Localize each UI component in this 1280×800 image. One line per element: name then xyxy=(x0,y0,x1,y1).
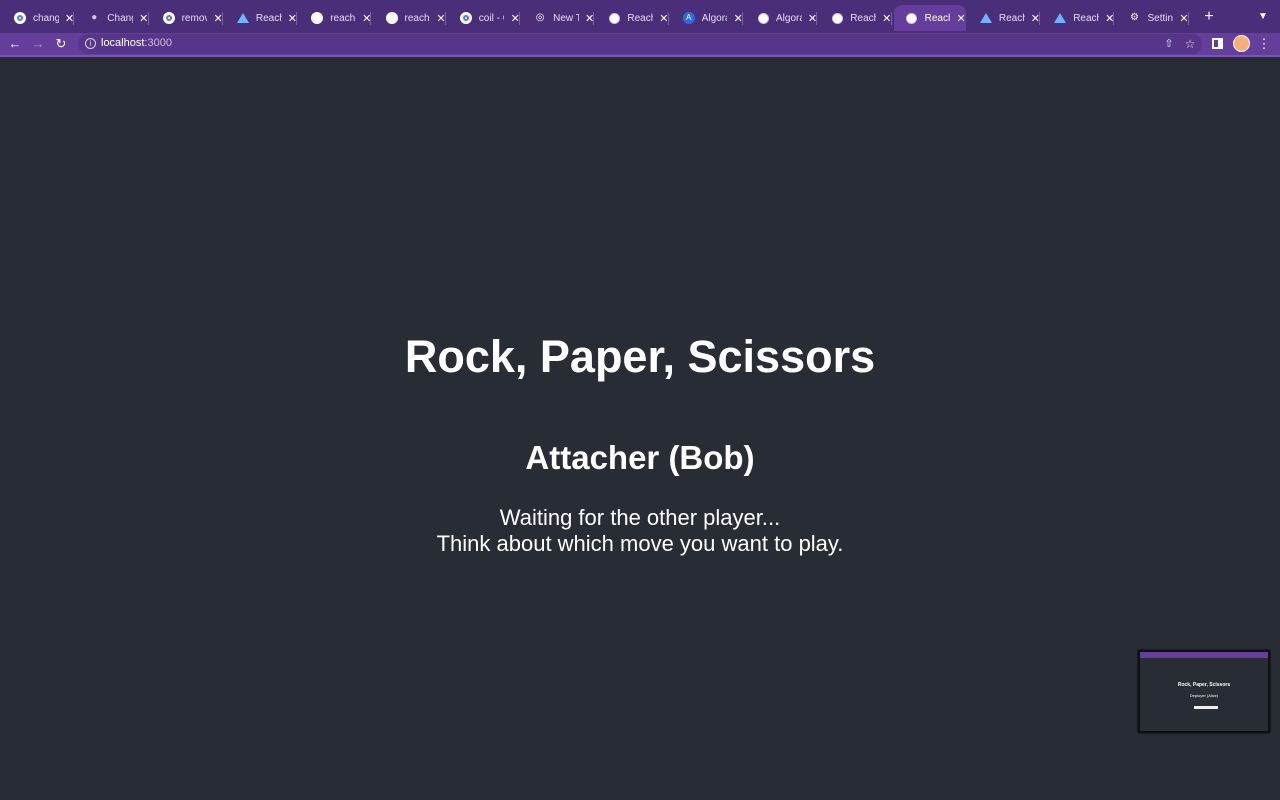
browser-tab[interactable]: Reach✕ xyxy=(596,5,669,31)
globe-icon xyxy=(757,12,769,24)
browser-tab[interactable]: remove✕ xyxy=(151,5,223,31)
tab-label: coil - C xyxy=(478,12,505,24)
browser-tab[interactable]: coil - C✕ xyxy=(448,5,521,31)
globe-icon xyxy=(906,12,918,24)
reach-icon xyxy=(1054,12,1067,24)
back-button[interactable]: ← xyxy=(5,34,25,54)
tab-label: remove xyxy=(181,12,208,24)
browser-tab[interactable]: change✕ xyxy=(2,5,75,31)
player-role-heading: Attacher (Bob) xyxy=(525,439,755,476)
chrome-icon: ◎ xyxy=(535,12,545,23)
tab-label: Change xyxy=(107,12,133,24)
tab-separator xyxy=(1187,12,1189,25)
tab-label: change xyxy=(33,12,59,24)
tab-label: Reach xyxy=(998,12,1025,24)
browser-tab[interactable]: reach- ✕ xyxy=(374,5,446,31)
reach-icon xyxy=(979,12,992,24)
profile-avatar[interactable] xyxy=(1233,35,1250,52)
tab-label: Setting xyxy=(1147,12,1174,24)
browser-tab[interactable]: ●Change✕ xyxy=(76,5,149,31)
page-content: Rock, Paper, Scissors Attacher (Bob) Wai… xyxy=(0,57,1280,800)
tab-label: Reach xyxy=(627,12,653,24)
site-info-icon[interactable]: i xyxy=(85,38,96,49)
browser-tab[interactable]: ◎New Ta✕ xyxy=(522,5,595,31)
tab-separator xyxy=(667,12,669,25)
tab-label: Reach xyxy=(1073,12,1099,24)
thumbnail-button xyxy=(1194,706,1218,709)
thumbnail-toolbar xyxy=(1140,652,1268,658)
browser-toolbar: ← → ↻ i localhost:3000 ⇧ ☆ ⋮ xyxy=(0,33,1280,57)
side-panel-icon[interactable] xyxy=(1212,38,1223,49)
address-url[interactable]: localhost:3000 xyxy=(101,37,172,49)
browser-tab[interactable]: Reach✕ xyxy=(1042,5,1115,31)
tab-separator xyxy=(444,12,446,25)
tab-separator xyxy=(1039,12,1041,25)
tab-separator xyxy=(221,12,223,25)
tab-label: Reach xyxy=(924,12,951,24)
waiting-message: Waiting for the other player... xyxy=(499,505,781,530)
tab-separator xyxy=(593,12,595,25)
tab-search-chevron-icon[interactable]: ▼ xyxy=(1254,8,1272,26)
forward-button[interactable]: → xyxy=(28,34,48,54)
browser-tab[interactable]: Reach✕ xyxy=(819,5,892,31)
tab-label: Algorar xyxy=(701,12,728,24)
thumbnail-title: Rock, Paper, Scissors xyxy=(1177,682,1231,688)
new-tab-button[interactable]: + xyxy=(1199,7,1219,27)
google-icon xyxy=(459,12,472,24)
reach-icon xyxy=(236,12,249,24)
tab-separator xyxy=(816,12,818,25)
browser-tab[interactable]: Reach✕ xyxy=(225,5,298,31)
apple-icon: ● xyxy=(91,12,98,23)
tab-separator xyxy=(147,12,149,25)
tab-close-icon[interactable]: ✕ xyxy=(956,12,966,25)
browser-tab[interactable]: reach- ✕ xyxy=(299,5,372,31)
gear-icon: ⚙ xyxy=(1130,12,1139,23)
tab-separator xyxy=(1113,12,1115,25)
address-host: localhost xyxy=(101,37,145,49)
algorand-icon: A xyxy=(682,12,695,24)
browser-tab[interactable]: AAlgorar✕ xyxy=(671,5,743,31)
google-icon xyxy=(14,12,26,24)
browser-tab[interactable]: Algorar✕ xyxy=(745,5,818,31)
address-port: :3000 xyxy=(144,37,172,49)
tab-separator xyxy=(890,12,892,25)
share-icon[interactable]: ⇧ xyxy=(1160,35,1178,53)
tab-separator xyxy=(296,12,298,25)
tab-strip: change✕●Change✕remove✕Reach✕reach-✕reach… xyxy=(0,0,1280,33)
page-title: Rock, Paper, Scissors xyxy=(404,331,876,382)
window-thumbnail[interactable]: Rock, Paper, Scissors Deployer (Alice) xyxy=(1138,650,1270,733)
browser-tab[interactable]: ⚙Setting✕ xyxy=(1117,5,1189,31)
tab-label: reach- xyxy=(404,12,431,24)
tab-separator xyxy=(519,12,521,25)
tab-separator xyxy=(741,12,743,25)
tab-label: Reach xyxy=(850,12,876,24)
browser-tab[interactable]: Reach✕ xyxy=(968,5,1041,31)
menu-kebab-icon[interactable]: ⋮ xyxy=(1254,34,1274,54)
github-icon xyxy=(311,12,324,24)
globe-icon xyxy=(608,12,620,24)
github-icon xyxy=(385,12,398,24)
reload-button[interactable]: ↻ xyxy=(51,34,71,54)
tab-label: New Ta xyxy=(553,12,579,24)
browser-tab[interactable]: Reach ✕ xyxy=(893,5,966,31)
address-bar[interactable]: i localhost:3000 ⇧ ☆ xyxy=(78,34,1202,54)
tab-label: Algorar xyxy=(776,12,802,24)
thumbnail-subtitle: Deployer (Alice) xyxy=(1189,693,1219,698)
google-icon xyxy=(162,12,175,24)
tab-separator xyxy=(370,12,372,25)
tab-label: Reach xyxy=(255,12,282,24)
bookmark-star-icon[interactable]: ☆ xyxy=(1181,35,1199,53)
think-message: Think about which move you want to play. xyxy=(436,531,844,556)
tab-label: reach- xyxy=(330,12,356,24)
globe-icon xyxy=(831,12,843,24)
tab-separator xyxy=(73,12,75,25)
